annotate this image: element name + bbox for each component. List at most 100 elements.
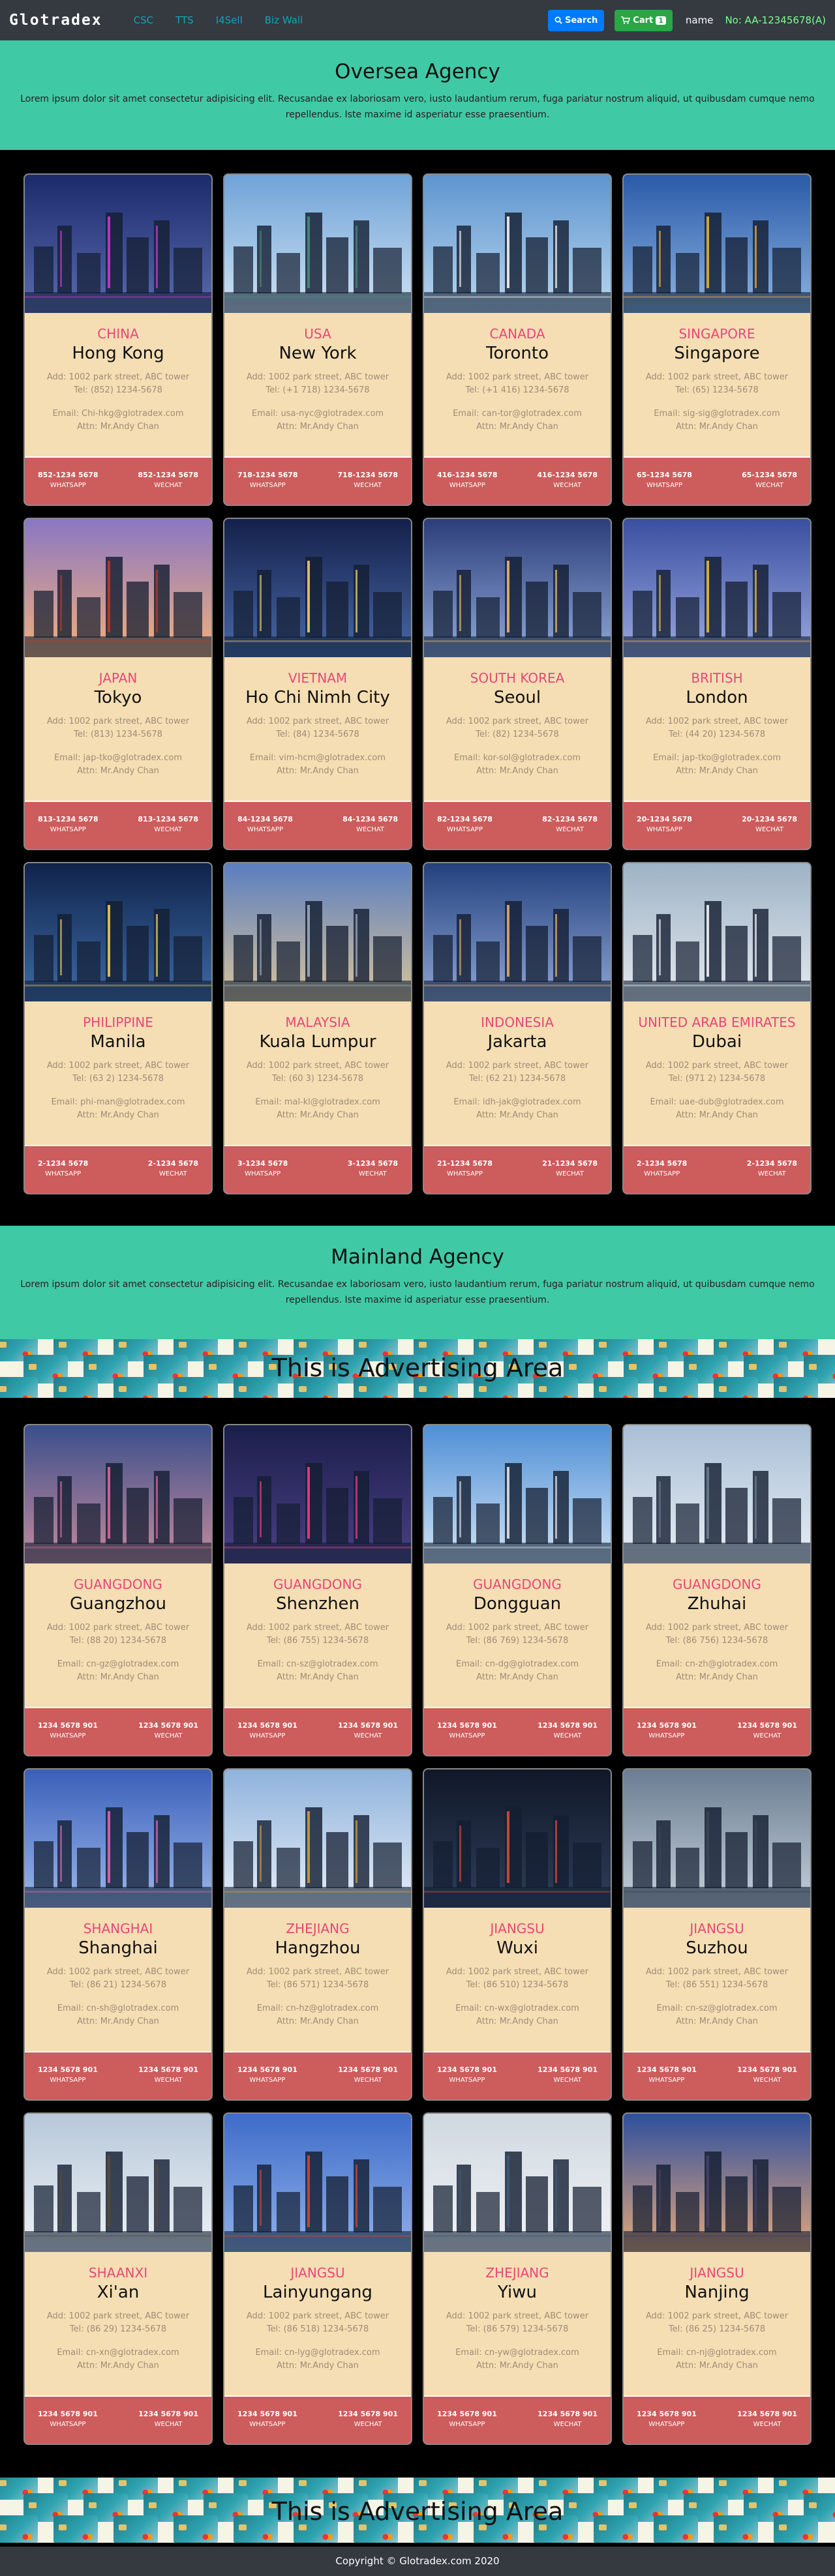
agency-card[interactable]: SINGAPORE Singapore Add: 1002 park stree… [622,173,812,506]
wechat-contact[interactable]: 813-1234 5678 WECHAT [138,815,198,849]
search-button[interactable]: Search [547,9,605,31]
whatsapp-contact[interactable]: 2-1234 5678 WHATSAPP [38,1159,88,1193]
agency-card[interactable]: INDONESIA Jakarta Add: 1002 park street,… [423,862,612,1194]
agency-email[interactable]: Email: vim-hcm@glotradex.com [224,752,411,765]
agency-card[interactable]: CHINA Hong Kong Add: 1002 park street, A… [23,173,213,506]
agency-email[interactable]: Email: sig-sig@glotradex.com [624,407,810,421]
whatsapp-contact[interactable]: 1234 5678 901 WHATSAPP [637,1721,697,1755]
agency-card[interactable]: SHANGHAI Shanghai Add: 1002 park street,… [23,1768,213,2101]
wechat-contact[interactable]: 65-1234 5678 WECHAT [742,471,797,505]
wechat-contact[interactable]: 852-1234 5678 WECHAT [138,471,198,505]
whatsapp-contact[interactable]: 82-1234 5678 WHATSAPP [437,815,493,849]
whatsapp-contact[interactable]: 1234 5678 901 WHATSAPP [437,1721,497,1755]
agency-card[interactable]: JIANGSU Lainyungang Add: 1002 park stree… [223,2112,412,2445]
wechat-contact[interactable]: 1234 5678 901 WECHAT [737,1721,797,1755]
whatsapp-contact[interactable]: 21-1234 5678 WHATSAPP [437,1159,493,1193]
wechat-contact[interactable]: 1234 5678 901 WECHAT [138,2065,198,2099]
whatsapp-contact[interactable]: 1234 5678 901 WHATSAPP [237,2410,297,2444]
whatsapp-contact[interactable]: 852-1234 5678 WHATSAPP [38,471,99,505]
cart-button[interactable]: Cart 1 [615,9,673,31]
agency-card[interactable]: MALAYSIA Kuala Lumpur Add: 1002 park str… [223,862,412,1194]
whatsapp-contact[interactable]: 1234 5678 901 WHATSAPP [38,2410,98,2444]
wechat-contact[interactable]: 2-1234 5678 WECHAT [148,1159,198,1193]
wechat-contact[interactable]: 1234 5678 901 WECHAT [338,1721,398,1755]
agency-card[interactable]: GUANGDONG Zhuhai Add: 1002 park street, … [622,1424,812,1756]
wechat-contact[interactable]: 84-1234 5678 WECHAT [342,815,398,849]
agency-email[interactable]: Email: cn-xn@glotradex.com [25,2347,211,2360]
wechat-contact[interactable]: 2-1234 5678 WECHAT [747,1159,797,1193]
agency-card[interactable]: GUANGDONG Guangzhou Add: 1002 park stree… [23,1424,213,1756]
user-name[interactable]: name [686,14,714,26]
agency-email[interactable]: Email: cn-dg@glotradex.com [424,1658,611,1671]
whatsapp-contact[interactable]: 1234 5678 901 WHATSAPP [437,2410,497,2444]
agency-card[interactable]: ZHEJIANG Hangzhou Add: 1002 park street,… [223,1768,412,2101]
whatsapp-contact[interactable]: 20-1234 5678 WHATSAPP [637,815,692,849]
agency-card[interactable]: CANADA Toronto Add: 1002 park street, AB… [423,173,612,506]
agency-email[interactable]: Email: idh-jak@glotradex.com [424,1096,611,1109]
agency-email[interactable]: Email: usa-nyc@glotradex.com [224,407,411,421]
agency-card[interactable]: VIETNAM Ho Chi Nimh City Add: 1002 park … [223,518,412,850]
agency-card[interactable]: PHILIPPINE Manila Add: 1002 park street,… [23,862,213,1194]
whatsapp-contact[interactable]: 3-1234 5678 WHATSAPP [237,1159,288,1193]
wechat-contact[interactable]: 1234 5678 901 WECHAT [538,2065,598,2099]
agency-email[interactable]: Email: cn-lyg@glotradex.com [224,2347,411,2360]
agency-email[interactable]: Email: Chi-hkg@glotradex.com [25,407,211,421]
wechat-contact[interactable]: 1234 5678 901 WECHAT [338,2410,398,2444]
agency-card[interactable]: USA New York Add: 1002 park street, ABC … [223,173,412,506]
wechat-contact[interactable]: 416-1234 5678 WECHAT [537,471,598,505]
agency-card[interactable]: JIANGSU Suzhou Add: 1002 park street, AB… [622,1768,812,2101]
whatsapp-contact[interactable]: 1234 5678 901 WHATSAPP [237,1721,297,1755]
whatsapp-contact[interactable]: 718-1234 5678 WHATSAPP [237,471,298,505]
agency-email[interactable]: Email: cn-sz@glotradex.com [624,2002,810,2015]
whatsapp-contact[interactable]: 1234 5678 901 WHATSAPP [637,2065,697,2099]
advertising-banner[interactable]: This is Advertising Area [0,2478,835,2543]
whatsapp-contact[interactable]: 65-1234 5678 WHATSAPP [637,471,692,505]
nav-link-biz-wall[interactable]: Biz Wall [265,14,303,26]
agency-email[interactable]: Email: jap-tko@glotradex.com [25,752,211,765]
agency-card[interactable]: JIANGSU Wuxi Add: 1002 park street, ABC … [423,1768,612,2101]
wechat-contact[interactable]: 1234 5678 901 WECHAT [538,2410,598,2444]
agency-email[interactable]: Email: cn-sz@glotradex.com [224,1658,411,1671]
brand-logo[interactable]: Glotradex [9,12,102,29]
agency-email[interactable]: Email: mal-kl@glotradex.com [224,1096,411,1109]
agency-card[interactable]: JAPAN Tokyo Add: 1002 park street, ABC t… [23,518,213,850]
agency-card[interactable]: SOUTH KOREA Seoul Add: 1002 park street,… [423,518,612,850]
agency-email[interactable]: Email: cn-sh@glotradex.com [25,2002,211,2015]
wechat-contact[interactable]: 1234 5678 901 WECHAT [138,2410,198,2444]
wechat-contact[interactable]: 21-1234 5678 WECHAT [542,1159,598,1193]
wechat-contact[interactable]: 20-1234 5678 WECHAT [742,815,797,849]
agency-email[interactable]: Email: phi-man@glotradex.com [25,1096,211,1109]
whatsapp-contact[interactable]: 84-1234 5678 WHATSAPP [237,815,293,849]
wechat-contact[interactable]: 1234 5678 901 WECHAT [737,2065,797,2099]
agency-email[interactable]: Email: cn-wx@glotradex.com [424,2002,611,2015]
whatsapp-contact[interactable]: 813-1234 5678 WHATSAPP [38,815,99,849]
agency-card[interactable]: SHAANXI Xi'an Add: 1002 park street, ABC… [23,2112,213,2445]
whatsapp-contact[interactable]: 1234 5678 901 WHATSAPP [237,2065,297,2099]
agency-email[interactable]: Email: kor-sol@glotradex.com [424,752,611,765]
agency-card[interactable]: JIANGSU Nanjing Add: 1002 park street, A… [622,2112,812,2445]
agency-card[interactable]: GUANGDONG Dongguan Add: 1002 park street… [423,1424,612,1756]
agency-email[interactable]: Email: uae-dub@glotradex.com [624,1096,810,1109]
agency-email[interactable]: Email: cn-hz@glotradex.com [224,2002,411,2015]
wechat-contact[interactable]: 1234 5678 901 WECHAT [338,2065,398,2099]
agency-card[interactable]: GUANGDONG Shenzhen Add: 1002 park street… [223,1424,412,1756]
agency-card[interactable]: BRITISH London Add: 1002 park street, AB… [622,518,812,850]
advertising-banner[interactable]: This is Advertising Area [0,1339,835,1398]
nav-link-tts[interactable]: TTS [175,14,194,26]
whatsapp-contact[interactable]: 416-1234 5678 WHATSAPP [437,471,498,505]
wechat-contact[interactable]: 82-1234 5678 WECHAT [542,815,598,849]
agency-email[interactable]: Email: cn-yw@glotradex.com [424,2347,611,2360]
nav-link-csc[interactable]: CSC [134,14,153,26]
wechat-contact[interactable]: 1234 5678 901 WECHAT [138,1721,198,1755]
agency-card[interactable]: UNITED ARAB EMIRATES Dubai Add: 1002 par… [622,862,812,1194]
agency-email[interactable]: Email: cn-zh@glotradex.com [624,1658,810,1671]
wechat-contact[interactable]: 1234 5678 901 WECHAT [737,2410,797,2444]
nav-link-i4sell[interactable]: I4Sell [216,14,243,26]
whatsapp-contact[interactable]: 2-1234 5678 WHATSAPP [637,1159,687,1193]
wechat-contact[interactable]: 718-1234 5678 WECHAT [337,471,398,505]
agency-card[interactable]: ZHEJIANG Yiwu Add: 1002 park street, ABC… [423,2112,612,2445]
whatsapp-contact[interactable]: 1234 5678 901 WHATSAPP [637,2410,697,2444]
wechat-contact[interactable]: 1234 5678 901 WECHAT [538,1721,598,1755]
agency-email[interactable]: Email: cn-gz@glotradex.com [25,1658,211,1671]
whatsapp-contact[interactable]: 1234 5678 901 WHATSAPP [437,2065,497,2099]
